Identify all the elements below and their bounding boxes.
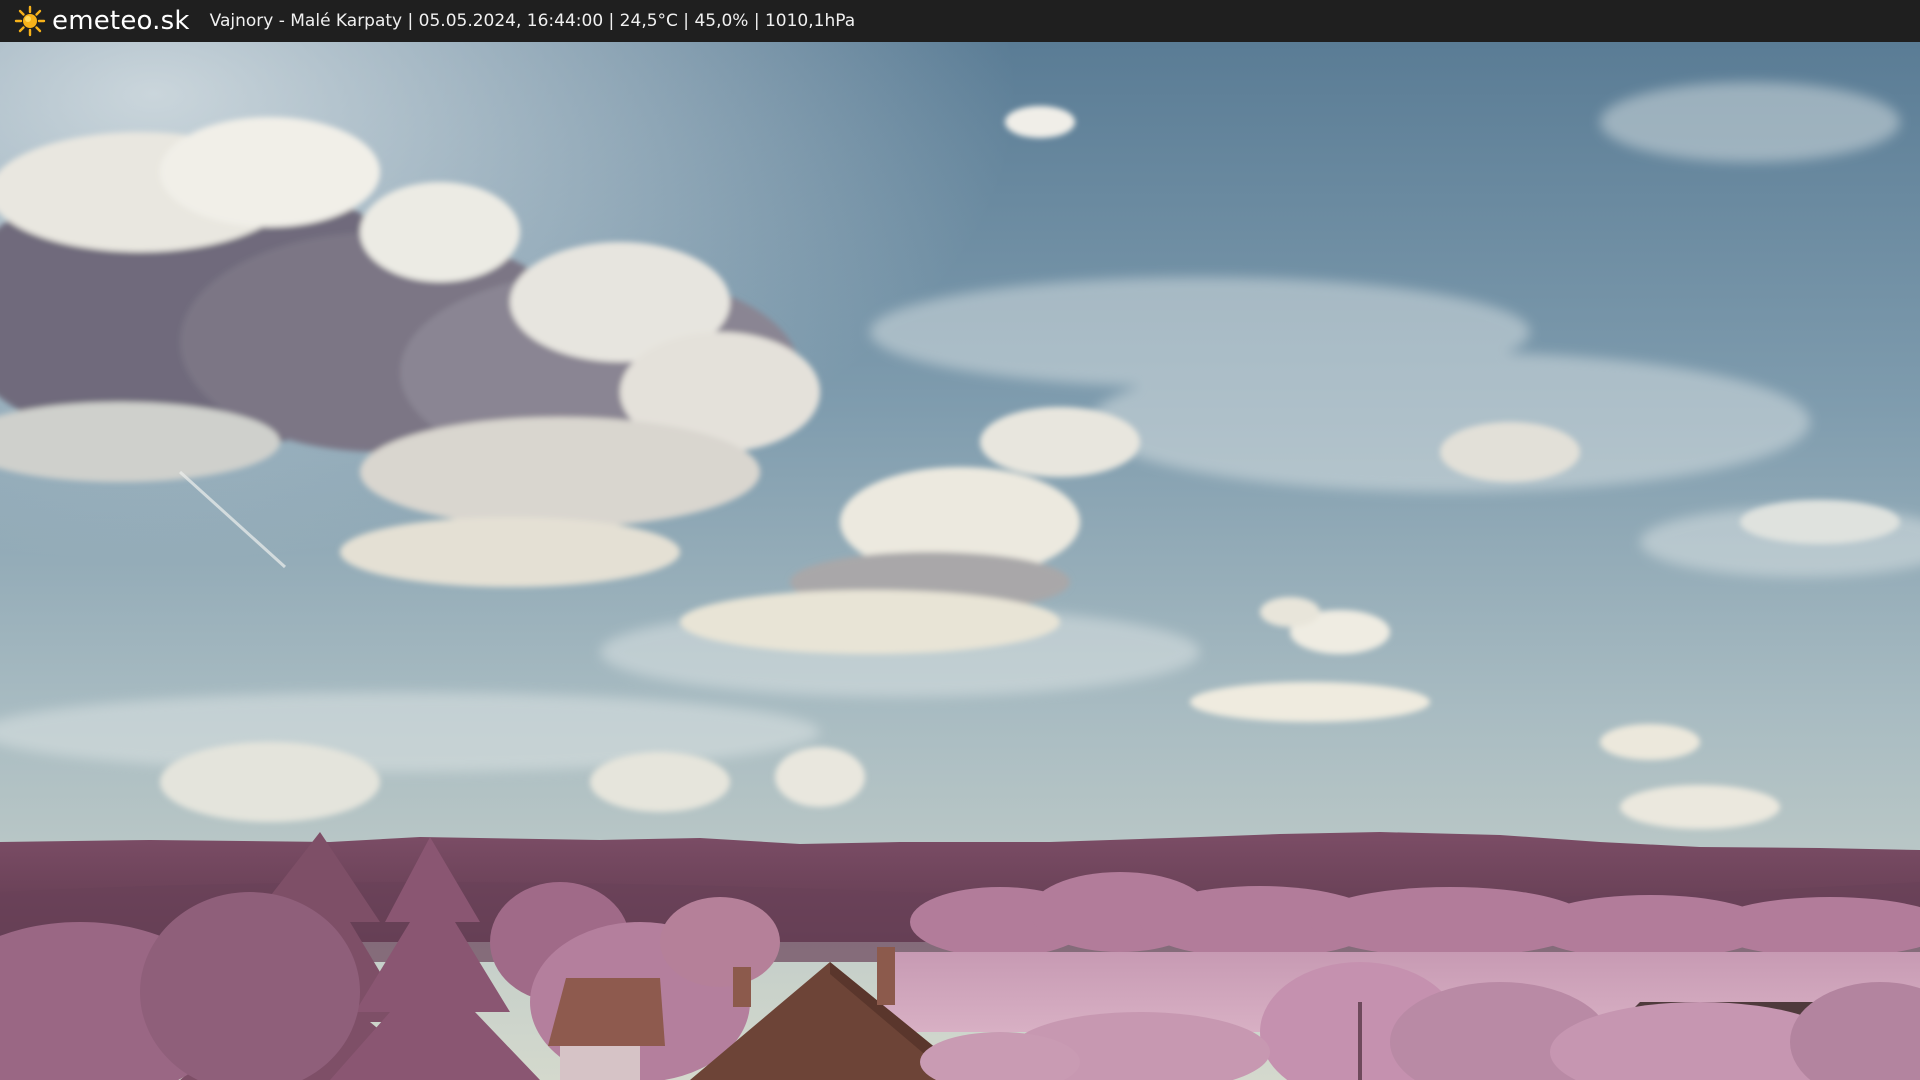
brand-name: emeteo.sk [52,6,190,36]
sun-icon [14,5,46,37]
header-bar: emeteo.sk Vajnory - Malé Karpaty | 05.05… [0,0,1920,42]
landscape-scene [0,42,1920,1080]
webcam-image [0,42,1920,1080]
webcam-caption: Vajnory - Malé Karpaty | 05.05.2024, 16:… [209,11,856,31]
webcam-frame: emeteo.sk Vajnory - Malé Karpaty | 05.05… [0,0,1920,1080]
site-logo[interactable]: emeteo.sk [14,5,190,37]
